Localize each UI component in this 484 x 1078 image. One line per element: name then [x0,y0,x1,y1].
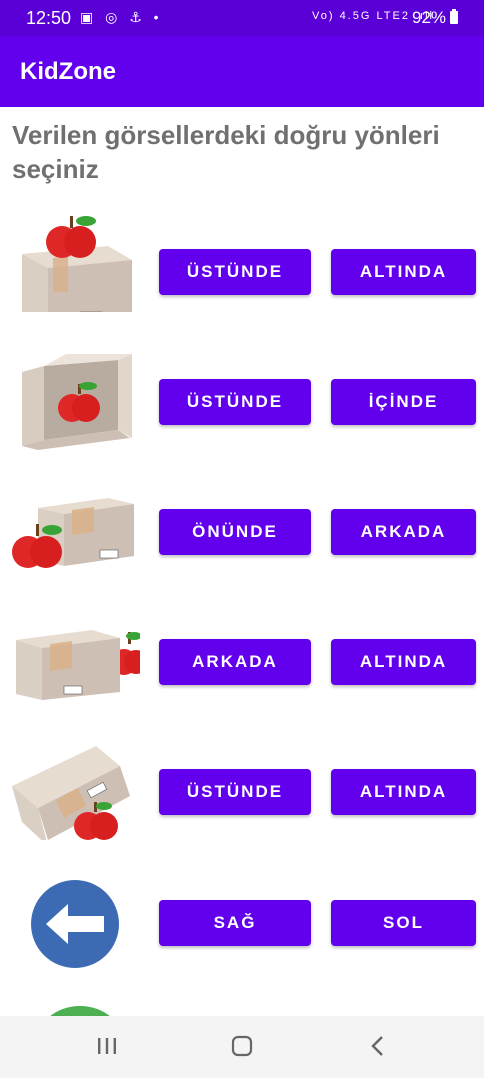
system-navigation-bar [0,1016,484,1078]
app-bar: KidZone [0,36,484,107]
question-text: Verilen görsellerdeki doğru yönleri seçi… [12,120,440,184]
recent-apps-icon[interactable] [96,1034,118,1058]
option-sol-button[interactable]: SOL [331,900,476,946]
status-time: 12:50 [26,8,72,28]
option-altinda-button[interactable]: ALTINDA [331,249,476,295]
status-bar: 12:50 ▣ ◎ ⚓ • Vo) 4.5G LTE2 .ıll 92% [0,0,484,36]
option-arkada-button[interactable]: ARKADA [159,639,311,685]
battery-percentage: 92% [412,8,447,27]
question-row-3: ÖNÜNDE ARKADA [0,480,484,580]
apple-in-box-image [22,354,132,450]
option-ustunde-button[interactable]: ÜSTÜNDE [159,769,311,815]
question-row-4: ARKADA ALTINDA [0,610,484,710]
option-ustunde-button[interactable]: ÜSTÜNDE [159,379,311,425]
back-icon[interactable] [368,1034,388,1058]
apple-under-box-image [12,746,130,840]
option-onunde-button[interactable]: ÖNÜNDE [159,509,311,555]
option-altinda-button[interactable]: ALTINDA [331,769,476,815]
apple-behind-box-image [16,630,140,700]
app-title: KidZone [20,58,116,85]
apple-in-front-of-box-image [12,498,134,568]
option-sag-button[interactable]: SAĞ [159,900,311,946]
option-altinda-button[interactable]: ALTINDA [331,639,476,685]
option-ustunde-button[interactable]: ÜSTÜNDE [159,249,311,295]
option-arkada-button[interactable]: ARKADA [331,509,476,555]
home-icon[interactable] [230,1034,254,1058]
option-icinde-button[interactable]: İÇİNDE [331,379,476,425]
question-row-1: ÜSTÜNDE ALTINDA [0,212,484,312]
question-row-6: SAĞ SOL [0,872,484,972]
battery-icon [450,9,458,24]
notification-icons: ▣ ◎ ⚓ • [80,9,163,25]
apple-on-box-image [22,216,132,312]
question-row-5: ÜSTÜNDE ALTINDA [0,740,484,840]
question-row-2: ÜSTÜNDE İÇİNDE [0,350,484,450]
left-arrow-sign-image [31,880,119,968]
